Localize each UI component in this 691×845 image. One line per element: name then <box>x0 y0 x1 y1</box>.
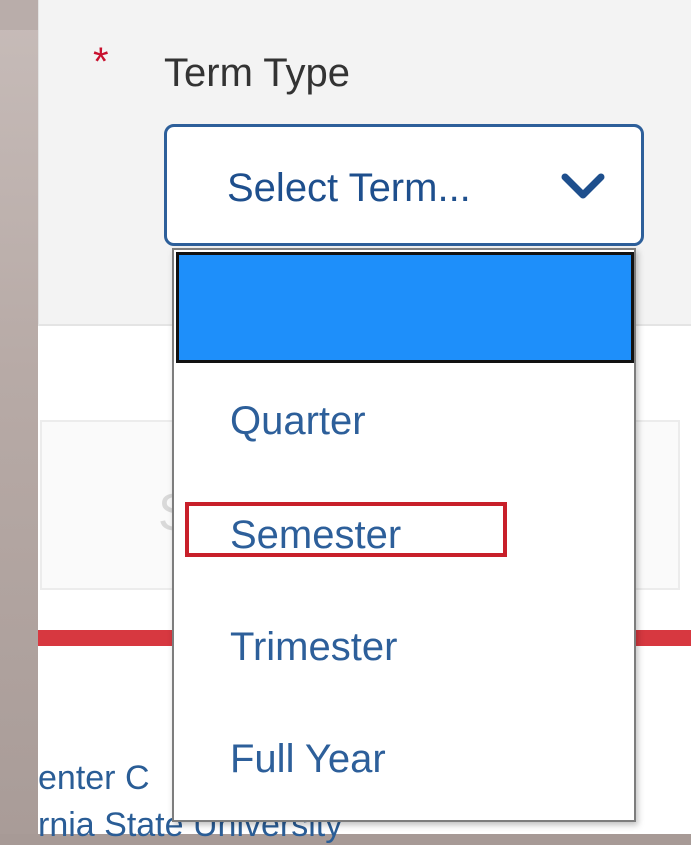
highlight-box-semester <box>185 502 507 557</box>
select-value: Select Term... <box>227 166 471 210</box>
chevron-down-icon <box>561 173 605 199</box>
footer-link[interactable]: enter C <box>38 758 150 798</box>
background-image-strip <box>0 0 38 834</box>
required-indicator: * <box>93 40 109 84</box>
dropdown-option-quarter[interactable]: Quarter <box>230 396 366 446</box>
term-type-label: Term Type <box>164 51 350 95</box>
dropdown-option-full-year[interactable]: Full Year <box>230 734 386 784</box>
term-type-select[interactable]: Select Term... <box>164 124 644 246</box>
dropdown-option-blank[interactable] <box>176 252 634 363</box>
dropdown-option-trimester[interactable]: Trimester <box>230 622 397 672</box>
